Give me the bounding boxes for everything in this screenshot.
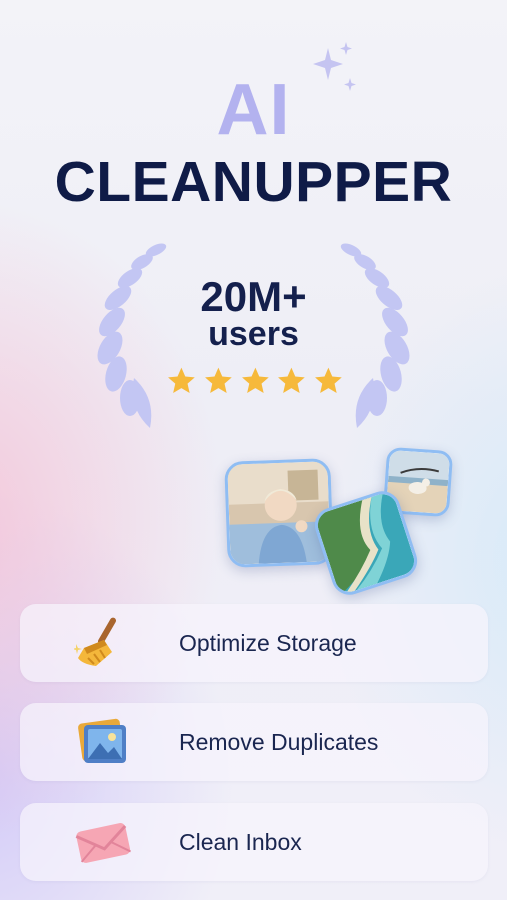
feature-clean-inbox[interactable]: Clean Inbox	[20, 803, 488, 881]
users-label: users	[208, 315, 299, 353]
selfie-photo	[224, 458, 334, 568]
star-icon	[168, 367, 195, 393]
app-title: CLEANUPPER	[54, 150, 453, 214]
feature-label: Clean Inbox	[179, 829, 302, 855]
feature-label: Remove Duplicates	[179, 729, 379, 755]
feature-label: Optimize Storage	[179, 630, 357, 656]
feature-remove-duplicates[interactable]: Remove Duplicates	[20, 703, 488, 781]
broom-icon	[74, 617, 116, 666]
star-icon	[204, 367, 232, 393]
feature-optimize-storage[interactable]: Optimize Storage	[20, 604, 488, 682]
envelope-icon	[75, 823, 132, 863]
star-rating	[165, 365, 345, 397]
star-icon	[241, 367, 269, 393]
star-icon	[278, 367, 306, 393]
star-icon	[315, 367, 342, 393]
app-title-ai: AI	[216, 70, 291, 150]
duplicate-photos-icon	[78, 718, 126, 763]
